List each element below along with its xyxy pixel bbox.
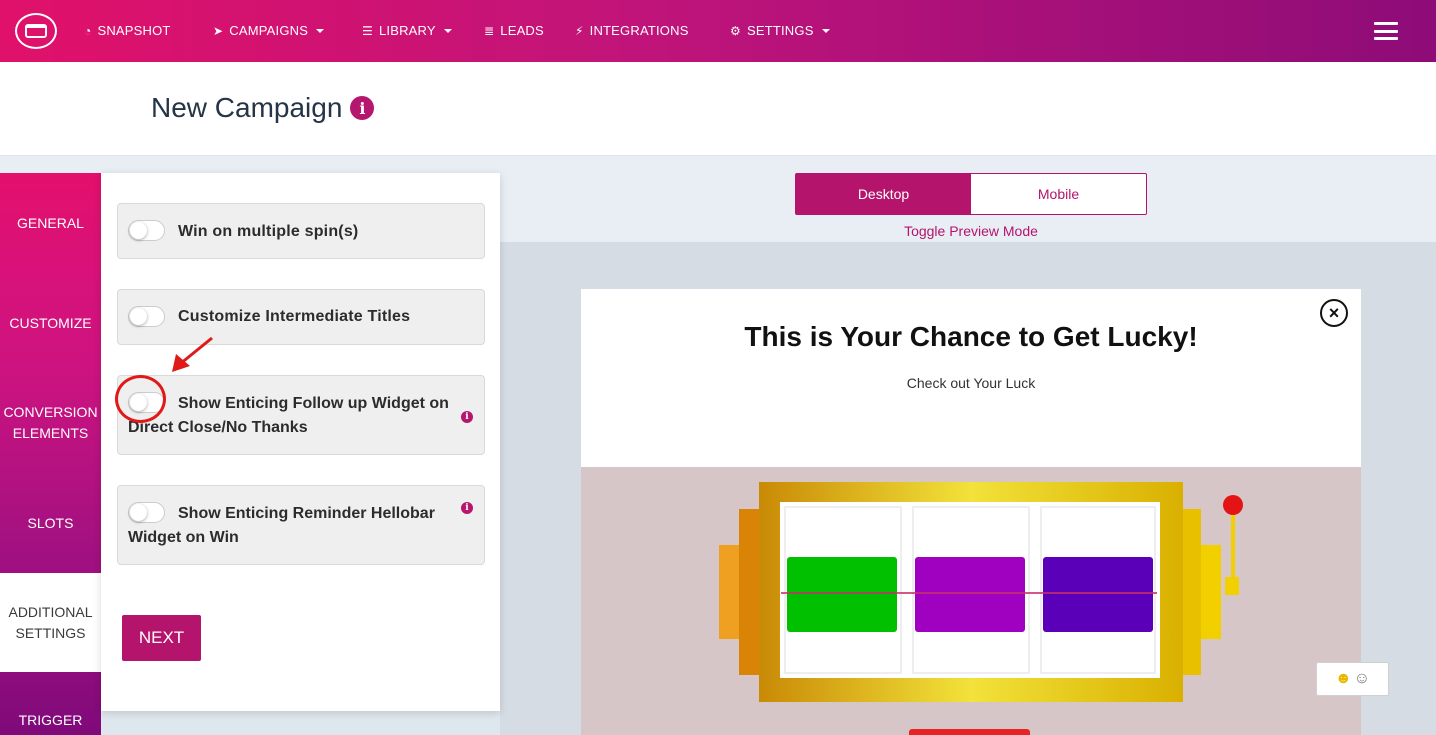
caret-down-icon — [821, 28, 830, 33]
sidebar-tab-customize[interactable]: CUSTOMIZE — [0, 273, 101, 373]
spin-button[interactable] — [909, 729, 1030, 735]
next-button[interactable]: NEXT — [122, 615, 201, 661]
slot-symbol — [915, 557, 1025, 632]
nav-library[interactable]: ☰ LIBRARY — [362, 23, 452, 38]
page-title: New Campaign i — [151, 92, 375, 124]
info-icon[interactable]: i — [350, 96, 375, 120]
hamburger-menu-icon[interactable] — [1374, 22, 1398, 40]
toggle-customize-intermediate-titles[interactable] — [128, 306, 165, 327]
popup-subtitle: Check out Your Luck — [906, 375, 1036, 391]
nav-integrations[interactable]: ⚡ INTEGRATIONS — [575, 23, 689, 38]
option-follow-up-widget: Show Enticing Follow up Widget on Direct… — [117, 375, 485, 455]
cogs-icon: ⚙ — [730, 23, 741, 38]
paper-plane-icon: ➤ — [213, 23, 224, 38]
nav-campaigns[interactable]: ➤ CAMPAIGNS — [213, 23, 325, 38]
nav-settings[interactable]: ⚙ SETTINGS — [730, 23, 830, 38]
app-logo[interactable] — [15, 13, 57, 49]
sidebar-tab-additional-settings[interactable]: ADDITIONAL SETTINGS — [0, 573, 101, 672]
option-reminder-hellobar: Show Enticing Reminder Hellobar Widget o… — [117, 485, 485, 565]
info-icon[interactable]: i — [461, 502, 473, 514]
emoji-add-icon: ☻ — [1334, 670, 1352, 687]
option-label: Show Enticing Reminder Hellobar Widget o… — [128, 505, 435, 546]
sidebar-tab-slots[interactable]: SLOTS — [0, 473, 101, 573]
slot-symbol — [787, 557, 897, 632]
nav-leads[interactable]: ≣ LEADS — [484, 23, 544, 38]
toggle-win-multiple-spins[interactable] — [128, 220, 165, 241]
info-icon[interactable]: i — [461, 411, 473, 423]
sidebar-tab-trigger[interactable]: TRIGGER — [0, 672, 101, 735]
popup-title: This is Your Chance to Get Lucky! — [744, 321, 1198, 352]
slot-symbol — [1043, 557, 1153, 632]
campaign-popup-preview: × This is Your Chance to Get Lucky! Chec… — [581, 289, 1361, 735]
caret-down-icon — [316, 28, 325, 33]
nav-snapshot[interactable]: ◔ SNAPSHOT — [84, 23, 171, 38]
sidebar-tab-general[interactable]: GENERAL — [0, 173, 101, 273]
slot-machine-area — [581, 467, 1361, 735]
option-label: Customize Intermediate Titles — [178, 308, 411, 325]
top-navbar: ◔ SNAPSHOT ➤ CAMPAIGNS ☰ LIBRARY ≣ LEADS… — [0, 0, 1436, 62]
option-win-multiple-spins: Win on multiple spin(s) — [117, 203, 485, 259]
plug-icon: ⚡ — [575, 23, 584, 38]
mobile-button[interactable]: Mobile — [971, 174, 1146, 214]
slot-machine-graphic — [719, 482, 1243, 702]
library-icon: ☰ — [362, 23, 373, 38]
annotation-arrow-icon — [172, 336, 213, 372]
preview-mode-caption: Toggle Preview Mode — [904, 223, 1038, 239]
emoji-widget[interactable]: ☻ ☺ — [1316, 662, 1389, 696]
preview-mode-toggle: Desktop Mobile — [795, 173, 1147, 215]
option-label: Show Enticing Follow up Widget on Direct… — [128, 395, 449, 436]
list-icon: ≣ — [484, 23, 495, 38]
option-label: Win on multiple spin(s) — [178, 223, 359, 240]
dashboard-icon: ◔ — [84, 23, 92, 38]
caret-down-icon — [443, 28, 452, 33]
sidebar-tab-conversion-elements[interactable]: CONVERSION ELEMENTS — [0, 373, 101, 473]
annotation-circle — [115, 375, 166, 423]
smiley-icon: ☺ — [1353, 670, 1371, 687]
desktop-button[interactable]: Desktop — [796, 174, 971, 214]
